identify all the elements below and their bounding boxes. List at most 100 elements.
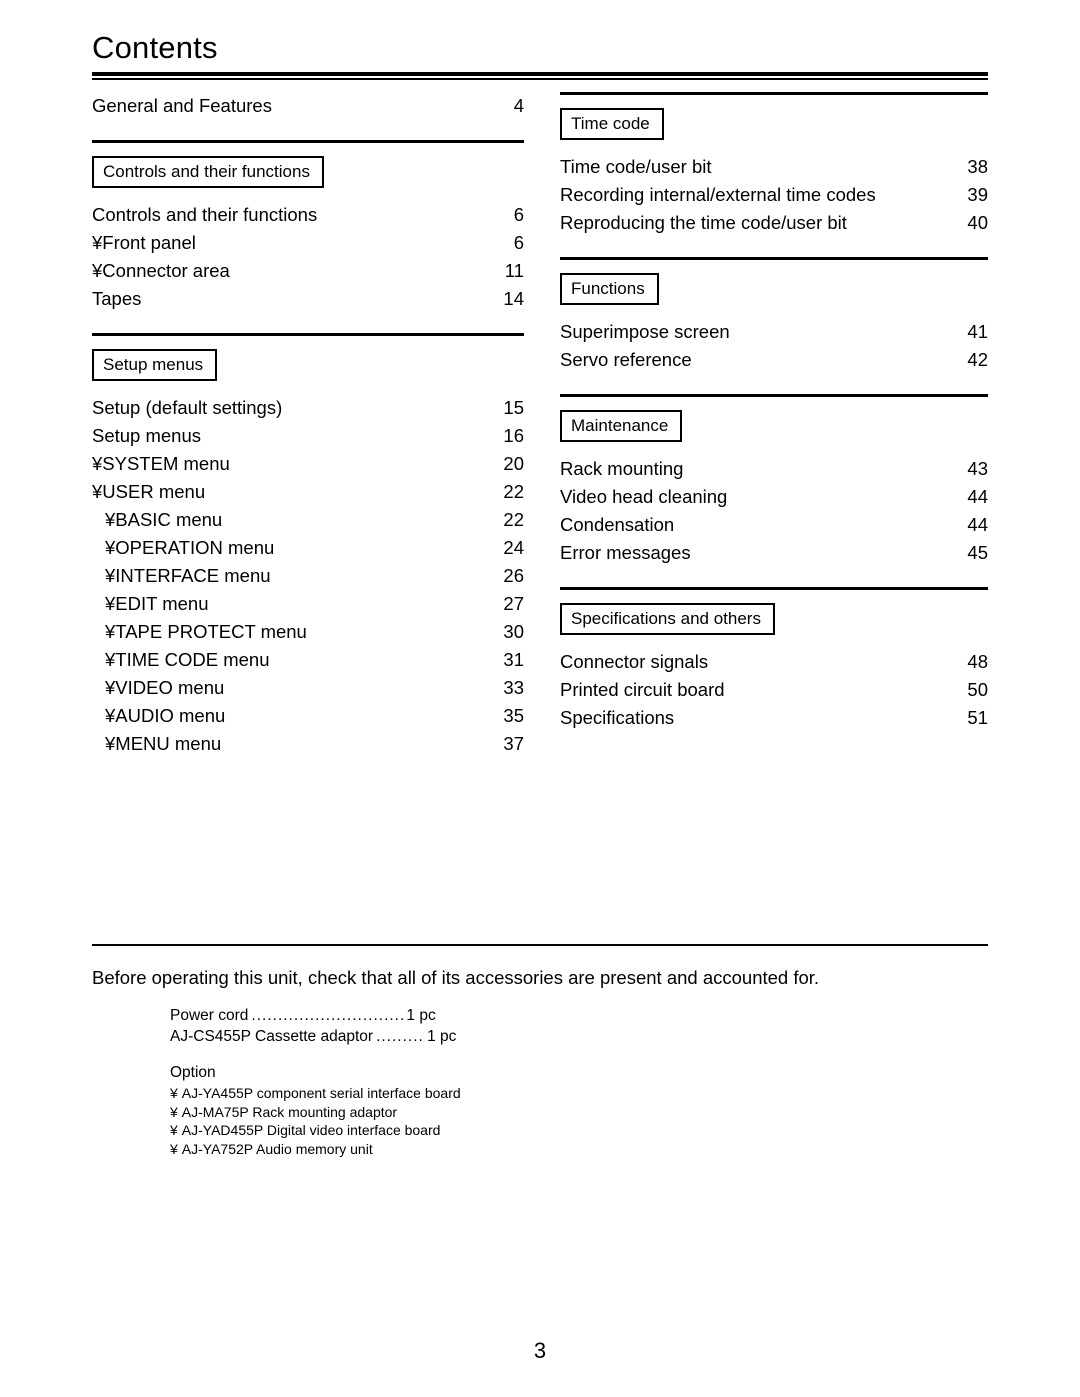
- section-heading-wrapper: Setup menus: [92, 349, 524, 381]
- toc-entry[interactable]: Superimpose screen 41: [560, 318, 988, 346]
- toc-entry-label: Connector signals: [560, 651, 709, 672]
- title-rule-thin: [92, 78, 988, 80]
- toc-entry-label: Servo reference: [560, 349, 692, 370]
- toc-entry-page: 39: [967, 184, 988, 205]
- toc-left-column: General and Features 4 Controls and their …: [92, 92, 524, 758]
- section-heading: Setup menus: [92, 349, 218, 381]
- toc-entry-page: 44: [967, 486, 988, 507]
- toc-entry-label: Video head cleaning: [560, 486, 728, 507]
- toc-entry[interactable]: ¥Front panel 6: [92, 229, 524, 257]
- dot-leader: [271, 648, 503, 667]
- section-heading-spacing: [560, 590, 988, 603]
- toc-entry[interactable]: Setup (default settings) 15: [92, 394, 524, 422]
- section-body-spacing: [560, 305, 988, 318]
- toc-entry[interactable]: Printed circuit board 50: [560, 676, 988, 704]
- toc-entry-label: ¥SYSTEM menu: [92, 453, 230, 474]
- option-item: ¥ AJ-YAD455P Digital video interface boar…: [170, 1121, 461, 1140]
- toc-entry-page: 26: [503, 565, 524, 586]
- toc-entry-page: 24: [503, 537, 524, 558]
- toc-entry-page: 44: [967, 514, 988, 535]
- toc-entry[interactable]: ¥TAPE PROTECT menu 30: [92, 618, 524, 646]
- toc-entry[interactable]: Specifications 51: [560, 704, 988, 732]
- toc-entry-page: 33: [503, 677, 524, 698]
- section-body-spacing: [560, 635, 988, 648]
- section-heading: Specifications and others: [560, 603, 775, 635]
- toc-entry[interactable]: Servo reference 42: [560, 346, 988, 374]
- toc-entry[interactable]: Connector signals 48: [560, 648, 988, 676]
- section-heading-spacing: [92, 143, 524, 156]
- toc-entry-page: 35: [503, 705, 524, 726]
- toc-entry[interactable]: ¥BASIC menu 22: [92, 506, 524, 534]
- toc-entry[interactable]: Recording internal/external time codes 39: [560, 181, 988, 209]
- toc-entry-label: ¥TIME CODE menu: [105, 649, 270, 670]
- toc-entry-label: General and Features: [92, 95, 272, 116]
- contents-page: Contents General and Features 4 Controls a…: [0, 0, 1080, 1397]
- section-body-spacing: [92, 381, 524, 394]
- section-heading-spacing: [560, 95, 988, 108]
- toc-entry[interactable]: Reproducing the time code/user bit 40: [560, 209, 988, 237]
- toc-entry[interactable]: Tapes 14: [92, 285, 524, 313]
- section-heading-spacing: [560, 260, 988, 273]
- toc-right-column: Time code Time code/user bit 38 Recording i…: [560, 92, 988, 732]
- toc-entry[interactable]: General and Features 4: [92, 92, 524, 120]
- toc-entry[interactable]: Condensation 44: [560, 511, 988, 539]
- section-spacing: [560, 237, 988, 257]
- option-item-label: AJ-YAD455P Digital video interface board: [181, 1122, 441, 1138]
- toc-entry-label: ¥EDIT menu: [105, 593, 209, 614]
- toc-entry-page: 27: [503, 593, 524, 614]
- toc-entry-label: Setup menus: [92, 425, 202, 446]
- toc-entry[interactable]: ¥SYSTEM menu 20: [92, 450, 524, 478]
- toc-entry-label: Specifications: [560, 707, 675, 728]
- toc-entry-page: 37: [503, 733, 524, 754]
- option-bullet-icon: ¥: [170, 1085, 178, 1101]
- toc-entry-label: Setup (default settings): [92, 397, 283, 418]
- toc-entry[interactable]: ¥INTERFACE menu 26: [92, 562, 524, 590]
- section-spacing: [92, 120, 524, 140]
- toc-entry[interactable]: Video head cleaning 44: [560, 483, 988, 511]
- toc-entry[interactable]: ¥TIME CODE menu 31: [92, 646, 524, 674]
- dot-leader: [226, 704, 502, 723]
- toc-entry[interactable]: Controls and their functions 6: [92, 201, 524, 229]
- toc-entry[interactable]: Error messages 45: [560, 539, 988, 567]
- page-number: 3: [533, 1338, 547, 1363]
- section-heading: Time code: [560, 108, 664, 140]
- toc-entry[interactable]: ¥VIDEO menu 33: [92, 674, 524, 702]
- accessories-divider: [92, 944, 988, 946]
- toc-entry[interactable]: Rack mounting 43: [560, 455, 988, 483]
- toc-entry-label: ¥BASIC menu: [105, 509, 223, 530]
- dot-leader: [231, 259, 504, 278]
- dot-leader: [877, 183, 967, 202]
- dot-leader: [693, 348, 967, 367]
- option-item-label: AJ-YA752P Audio memory unit: [181, 1140, 373, 1157]
- section-heading-wrapper: Maintenance: [560, 410, 988, 442]
- dot-leader: [709, 650, 966, 669]
- dot-leader: [222, 732, 502, 751]
- toc-entry-page: 31: [503, 649, 524, 670]
- toc-entry-label: Time code/user bit: [560, 156, 712, 177]
- page-title: Contents: [92, 30, 218, 65]
- option-bullet-icon: ¥: [170, 1140, 178, 1157]
- toc-entry-label: Reproducing the time code/user bit: [560, 212, 847, 233]
- toc-entry-label: ¥Front panel: [92, 232, 196, 253]
- toc-entry-page: 22: [503, 481, 524, 502]
- toc-entry[interactable]: Time code/user bit 38: [560, 153, 988, 181]
- toc-entry[interactable]: ¥EDIT menu 27: [92, 590, 524, 618]
- toc-entry-label: ¥OPERATION menu: [105, 537, 275, 558]
- toc-entry-page: 43: [967, 458, 988, 479]
- toc-entry[interactable]: ¥Connector area 11: [92, 257, 524, 285]
- toc-entry-label: Tapes: [92, 288, 142, 309]
- toc-entry[interactable]: ¥USER menu 22: [92, 478, 524, 506]
- section-heading: Functions: [560, 273, 659, 305]
- accessory-quantity: 1 pc: [427, 1028, 457, 1045]
- section-body-spacing: [560, 140, 988, 153]
- toc-entry[interactable]: ¥MENU menu 37: [92, 730, 524, 758]
- option-bullet-icon: ¥: [170, 1103, 178, 1120]
- toc-entry[interactable]: ¥AUDIO menu 35: [92, 702, 524, 730]
- toc-entry-page: 6: [513, 204, 524, 225]
- dot-leader: [142, 287, 502, 306]
- toc-entry[interactable]: ¥OPERATION menu 24: [92, 534, 524, 562]
- option-list: ¥ AJ-YA455P component serial interface bo…: [170, 1084, 461, 1158]
- toc-entry-page: 40: [967, 212, 988, 233]
- section-heading-wrapper: Specifications and others: [560, 603, 988, 635]
- toc-entry[interactable]: Setup menus 16: [92, 422, 524, 450]
